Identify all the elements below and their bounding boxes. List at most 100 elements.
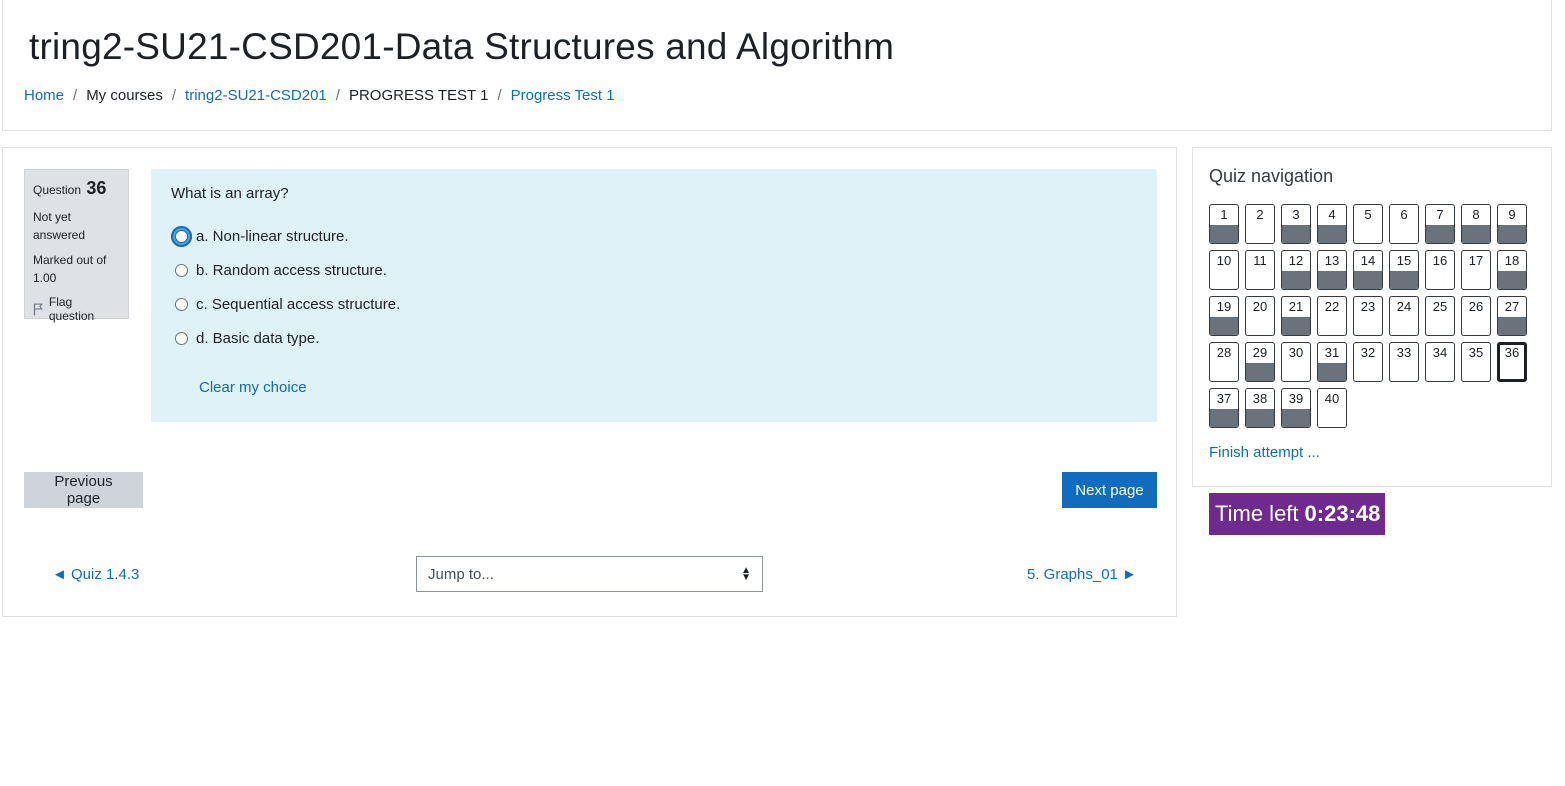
answered-indicator: [1318, 225, 1346, 243]
answered-indicator: [1462, 225, 1490, 243]
quiz-nav-button[interactable]: 36: [1497, 342, 1527, 382]
quiz-nav-button[interactable]: 12: [1281, 250, 1311, 290]
answered-indicator: [1318, 271, 1346, 289]
quiz-nav-button[interactable]: 5: [1353, 204, 1383, 244]
quiz-nav-button[interactable]: 29: [1245, 342, 1275, 382]
answer-label-d: d. Basic data type.: [196, 330, 320, 347]
question-text: What is an array?: [171, 185, 289, 202]
quiz-nav-button-number: 28: [1216, 345, 1232, 360]
quiz-nav-button[interactable]: 26: [1461, 296, 1491, 336]
answered-indicator: [1390, 271, 1418, 289]
quiz-nav-button[interactable]: 30: [1281, 342, 1311, 382]
next-activity-link[interactable]: 5. Graphs_01 ►: [1027, 566, 1137, 583]
quiz-nav-button[interactable]: 40: [1317, 388, 1347, 428]
quiz-nav-button[interactable]: 33: [1389, 342, 1419, 382]
answered-indicator: [1282, 271, 1310, 289]
question-content: What is an array? a. Non-linear structur…: [151, 169, 1157, 422]
radio-button-c[interactable]: [175, 298, 188, 311]
answered-indicator: [1210, 317, 1238, 335]
previous-activity-link[interactable]: ◄ Quiz 1.4.3: [52, 566, 139, 583]
quiz-nav-button[interactable]: 35: [1461, 342, 1491, 382]
answered-indicator: [1282, 225, 1310, 243]
question-info: Question 36 Not yet answered Marked out …: [24, 169, 129, 323]
quiz-nav-button[interactable]: 31: [1317, 342, 1347, 382]
question-state: Not yet answered: [33, 210, 86, 242]
quiz-nav-button-number: 3: [1292, 207, 1300, 222]
answer-label-b: b. Random access structure.: [196, 262, 387, 279]
quiz-nav-button[interactable]: 24: [1389, 296, 1419, 336]
breadcrumb-home[interactable]: Home: [24, 87, 64, 104]
quiz-nav-button[interactable]: 7: [1425, 204, 1455, 244]
answered-indicator: [1246, 409, 1274, 427]
page-header: tring2-SU21-CSD201-Data Structures and A…: [2, 0, 1552, 131]
answered-indicator: [1282, 317, 1310, 335]
quiz-nav-button-number: 39: [1288, 391, 1304, 406]
quiz-nav-button-number: 40: [1324, 391, 1340, 406]
answer-option-c[interactable]: c. Sequential access structure.: [175, 296, 400, 313]
quiz-nav-button[interactable]: 1: [1209, 204, 1239, 244]
question-grade: Marked out of 1.00: [33, 253, 107, 285]
quiz-nav-button[interactable]: 37: [1209, 388, 1239, 428]
quiz-nav-button[interactable]: 23: [1353, 296, 1383, 336]
question-label: Question: [33, 183, 82, 197]
quiz-nav-button-number: 36: [1504, 345, 1520, 360]
quiz-nav-button[interactable]: 25: [1425, 296, 1455, 336]
clear-choice-link[interactable]: Clear my choice: [199, 379, 307, 396]
radio-button-b[interactable]: [175, 264, 188, 277]
timer-value: 0:23:48: [1304, 501, 1381, 526]
quiz-nav-button[interactable]: 19: [1209, 296, 1239, 336]
breadcrumb-separator: /: [497, 87, 502, 104]
finish-attempt-link[interactable]: Finish attempt ...: [1209, 444, 1320, 461]
answered-indicator: [1246, 363, 1274, 381]
previous-page-button[interactable]: Previous page: [24, 472, 143, 508]
quiz-nav-button[interactable]: 11: [1245, 250, 1275, 290]
quiz-nav-button[interactable]: 8: [1461, 204, 1491, 244]
quiz-nav-button[interactable]: 20: [1245, 296, 1275, 336]
quiz-nav-button-number: 21: [1288, 299, 1304, 314]
quiz-nav-button[interactable]: 4: [1317, 204, 1347, 244]
quiz-nav-button[interactable]: 27: [1497, 296, 1527, 336]
answer-option-d[interactable]: d. Basic data type.: [175, 330, 319, 347]
quiz-nav-button-number: 20: [1252, 299, 1268, 314]
quiz-nav-button[interactable]: 13: [1317, 250, 1347, 290]
quiz-nav-button[interactable]: 15: [1389, 250, 1419, 290]
quiz-nav-button[interactable]: 34: [1425, 342, 1455, 382]
quiz-nav-button[interactable]: 32: [1353, 342, 1383, 382]
quiz-nav-button-number: 25: [1432, 299, 1448, 314]
answer-option-a[interactable]: a. Non-linear structure.: [171, 226, 349, 247]
quiz-nav-button[interactable]: 21: [1281, 296, 1311, 336]
quiz-nav-button[interactable]: 38: [1245, 388, 1275, 428]
radio-button-d[interactable]: [175, 332, 188, 345]
quiz-nav-button[interactable]: 18: [1497, 250, 1527, 290]
answered-indicator: [1210, 409, 1238, 427]
quiz-nav-button-number: 33: [1396, 345, 1412, 360]
quiz-nav-button[interactable]: 39: [1281, 388, 1311, 428]
quiz-nav-button-number: 29: [1252, 345, 1268, 360]
breadcrumb-quiz[interactable]: Progress Test 1: [511, 87, 615, 104]
quiz-nav-button[interactable]: 28: [1209, 342, 1239, 382]
quiz-nav-button-number: 30: [1288, 345, 1304, 360]
answered-indicator: [1498, 317, 1526, 335]
quiz-nav-button[interactable]: 3: [1281, 204, 1311, 244]
quiz-nav-button-number: 11: [1253, 253, 1267, 268]
flag-question-label: Flag question: [48, 295, 95, 323]
quiz-nav-button[interactable]: 16: [1425, 250, 1455, 290]
quiz-nav-button[interactable]: 9: [1497, 204, 1527, 244]
quiz-nav-button-number: 14: [1360, 253, 1376, 268]
quiz-nav-button[interactable]: 17: [1461, 250, 1491, 290]
radio-button-a[interactable]: [171, 226, 192, 247]
answer-label-c: c. Sequential access structure.: [196, 296, 401, 313]
breadcrumb-course[interactable]: tring2-SU21-CSD201: [185, 87, 327, 104]
quiz-nav-button[interactable]: 2: [1245, 204, 1275, 244]
quiz-nav-button[interactable]: 14: [1353, 250, 1383, 290]
next-page-button[interactable]: Next page: [1062, 472, 1157, 508]
flag-question-button[interactable]: Flag question: [33, 295, 120, 323]
quiz-nav-button[interactable]: 6: [1389, 204, 1419, 244]
quiz-navigation-grid: 1 2 3 4 5 6 7 8 9 10 11 12 13 14 15 16 17 18 19 20 21 22 23 24 2…: [1209, 204, 1539, 428]
quiz-nav-button[interactable]: 10: [1209, 250, 1239, 290]
answer-option-b[interactable]: b. Random access structure.: [175, 262, 387, 279]
quiz-nav-button[interactable]: 22: [1317, 296, 1347, 336]
quiz-nav-button-number: 32: [1360, 345, 1376, 360]
answered-indicator: [1210, 225, 1238, 243]
jump-to-select[interactable]: Jump to... ▲ ▼: [416, 556, 763, 592]
